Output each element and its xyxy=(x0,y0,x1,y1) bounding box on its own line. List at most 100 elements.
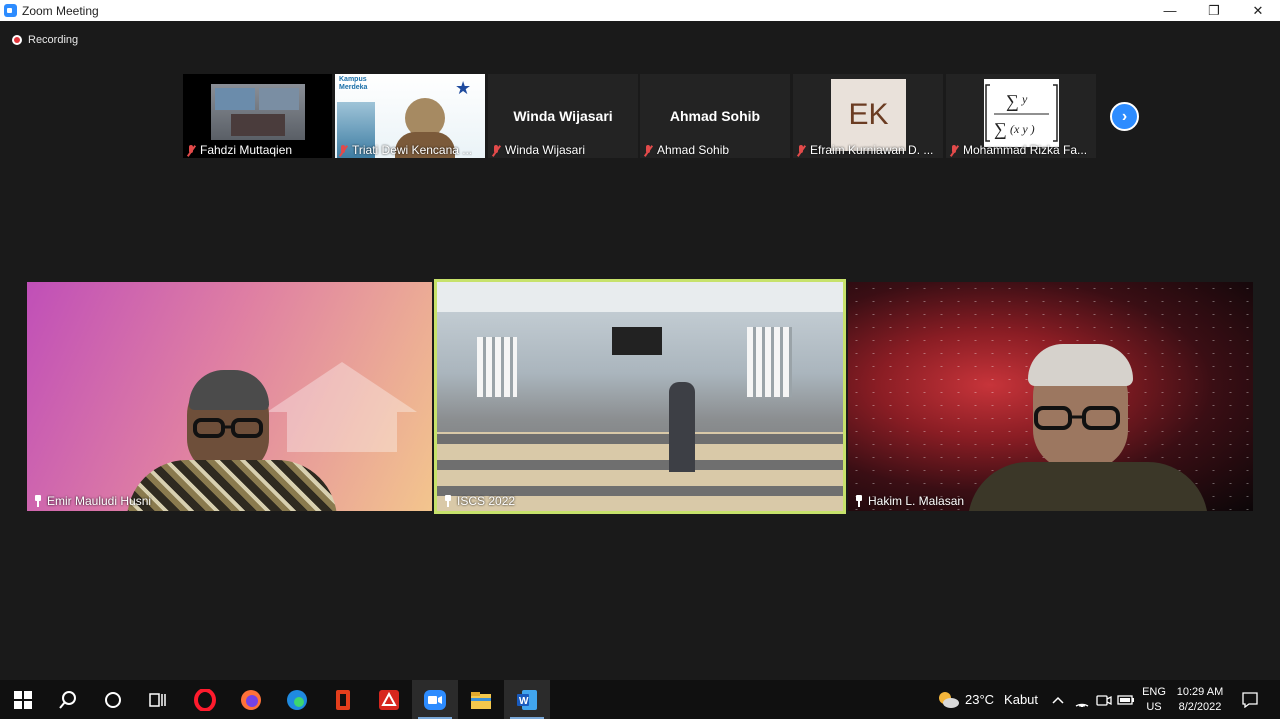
window-blinds-left xyxy=(477,337,517,397)
zoom-logo-icon xyxy=(4,4,17,17)
mic-muted-icon xyxy=(490,144,502,157)
search-button[interactable] xyxy=(45,680,91,719)
region-code: US xyxy=(1146,700,1162,713)
participant-video-tile[interactable]: Hakim L. Malasan xyxy=(848,282,1253,511)
recording-label: Recording xyxy=(28,34,79,46)
battery-button[interactable] xyxy=(1117,680,1135,719)
network-button[interactable] xyxy=(1074,680,1090,719)
participant-name: Ahmad Sohib xyxy=(642,143,729,157)
participant-video-tile[interactable]: Emir Mauludi Husni xyxy=(27,282,432,511)
weather-desc: Kabut xyxy=(1004,692,1039,707)
svg-text:y: y xyxy=(1021,92,1028,106)
participant-display-name: Winda Wijasari xyxy=(513,108,613,124)
firefox-icon xyxy=(241,689,261,710)
ceiling xyxy=(437,282,843,312)
avatar: EK xyxy=(831,79,906,151)
opera-icon xyxy=(194,688,216,711)
window-titlebar: Zoom Meeting — ❐ ✕ xyxy=(0,0,1280,21)
acrobat-taskbar-button[interactable] xyxy=(366,680,412,719)
task-view-button[interactable] xyxy=(135,680,181,719)
notification-icon xyxy=(1242,691,1258,708)
weather-temp: 23°C xyxy=(965,692,995,707)
cortana-button[interactable] xyxy=(90,680,136,719)
mic-muted-icon xyxy=(948,144,960,157)
office-taskbar-button[interactable] xyxy=(320,680,366,719)
window-blinds-right xyxy=(747,327,792,397)
star-logo-icon: ★ xyxy=(455,78,472,98)
participant-thumbnail[interactable]: Fahdzi Muttaqien xyxy=(183,74,332,158)
minimize-button[interactable]: — xyxy=(1148,0,1192,21)
participant-name: Mohammad Rizka Fa... xyxy=(948,143,1087,157)
camera-icon xyxy=(1096,694,1112,706)
svg-text:W: W xyxy=(519,696,529,707)
search-icon xyxy=(59,690,76,709)
mic-muted-icon xyxy=(795,144,807,157)
participant-display-name: Ahmad Sohib xyxy=(669,108,761,124)
participant-name: Triati Dewi Kencana ... xyxy=(337,143,472,157)
acrobat-icon xyxy=(379,689,399,710)
person-hair xyxy=(1028,344,1133,386)
pin-icon xyxy=(33,495,43,507)
participant-name: Emir Mauludi Husni xyxy=(33,494,151,508)
input-language-button[interactable]: ENG US xyxy=(1141,680,1167,719)
windows-logo-icon xyxy=(14,690,32,709)
weather-widget[interactable]: 23°C Kabut xyxy=(937,680,1038,719)
svg-text:∑: ∑ xyxy=(1006,91,1019,111)
battery-icon xyxy=(1117,694,1134,705)
show-hidden-icons-button[interactable] xyxy=(1050,680,1066,719)
participant-name: Winda Wijasari xyxy=(490,143,585,157)
participant-thumbnail[interactable]: Ahmad Sohib Ahmad Sohib xyxy=(640,74,790,158)
cortana-icon xyxy=(105,691,121,708)
participant-name: Efraim Kurniawan D. ... xyxy=(795,143,933,157)
participant-name: Hakim L. Malasan xyxy=(854,494,964,508)
participant-thumbnail[interactable]: Kampus Merdeka ★ Triati Dewi Kencana ... xyxy=(335,74,485,158)
participant-thumbnail[interactable]: EK Efraim Kurniawan D. ... xyxy=(793,74,943,158)
zoom-icon xyxy=(424,689,446,710)
glasses-icon xyxy=(193,418,263,438)
opera-taskbar-button[interactable] xyxy=(182,680,228,719)
kampus-merdeka-logo: Kampus Merdeka xyxy=(339,76,368,91)
edge-taskbar-button[interactable] xyxy=(274,680,320,719)
room-monitor xyxy=(612,327,662,355)
mic-muted-icon xyxy=(185,144,197,157)
clock-button[interactable]: 10:29 AM 8/2/2022 xyxy=(1170,680,1230,719)
file-explorer-taskbar-button[interactable] xyxy=(458,680,504,719)
person-body xyxy=(127,460,337,511)
firefox-taskbar-button[interactable] xyxy=(228,680,274,719)
record-icon xyxy=(12,35,22,45)
language-code: ENG xyxy=(1142,685,1166,698)
background-building xyxy=(257,352,427,452)
person-body xyxy=(968,462,1208,511)
participant-video-tile-active-speaker[interactable]: ISCS 2022 xyxy=(434,279,846,514)
pin-icon xyxy=(854,495,864,507)
participant-name: ISCS 2022 xyxy=(443,494,515,508)
next-page-button[interactable]: › xyxy=(1110,102,1139,131)
clock-time: 10:29 AM xyxy=(1176,685,1224,698)
folder-icon xyxy=(471,691,491,709)
math-formula-avatar: ∑ y ∑ (x y ) xyxy=(984,79,1059,147)
recording-indicator[interactable]: Recording xyxy=(12,34,78,46)
pin-icon xyxy=(443,495,453,507)
svg-text:(x y ): (x y ) xyxy=(1010,122,1035,136)
office-icon xyxy=(336,689,350,710)
close-button[interactable]: ✕ xyxy=(1236,0,1280,21)
windows-taskbar: W 23°C Kabut ENG US 10:29 AM 8/2/2022 xyxy=(0,680,1280,719)
zoom-taskbar-button[interactable] xyxy=(412,680,458,719)
word-taskbar-button[interactable]: W xyxy=(504,680,550,719)
restore-button[interactable]: ❐ xyxy=(1192,0,1236,21)
mic-muted-icon xyxy=(337,144,349,157)
participant-name: Fahdzi Muttaqien xyxy=(185,143,292,157)
start-button[interactable] xyxy=(0,680,46,719)
chevron-up-icon xyxy=(1052,696,1064,704)
participant-thumbnail[interactable]: ∑ y ∑ (x y ) Mohammad Rizka Fa... xyxy=(946,74,1096,158)
participant-thumbnail[interactable]: Winda Wijasari Winda Wijasari xyxy=(488,74,638,158)
clock-date: 8/2/2022 xyxy=(1178,700,1222,713)
network-icon xyxy=(1075,703,1089,707)
meet-now-button[interactable] xyxy=(1096,680,1112,719)
glasses-icon xyxy=(1034,406,1120,430)
standing-person xyxy=(669,382,695,472)
video-feed xyxy=(211,84,305,140)
window-title: Zoom Meeting xyxy=(22,4,99,18)
chevron-right-icon: › xyxy=(1121,107,1128,125)
notifications-button[interactable] xyxy=(1240,680,1260,719)
